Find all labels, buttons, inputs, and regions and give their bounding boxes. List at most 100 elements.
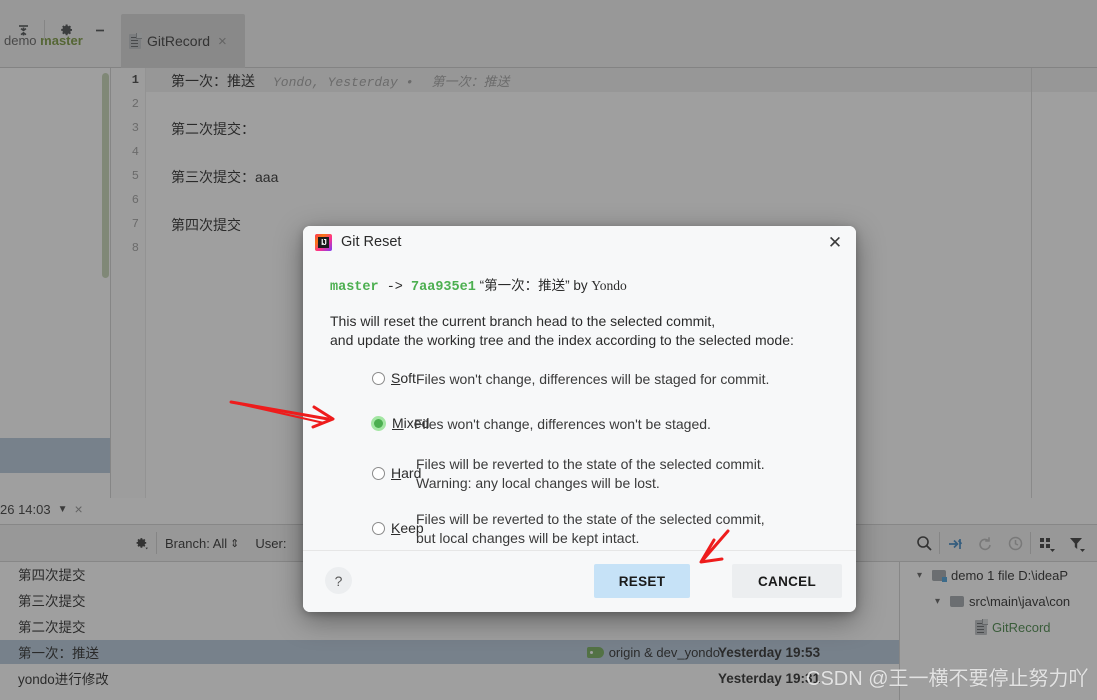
code-line: 第三次提交：aaa	[171, 169, 279, 185]
top-toolbar: demo master GitRecord ×	[0, 0, 1097, 68]
search-icon[interactable]	[909, 534, 939, 553]
cancel-button[interactable]: CANCEL	[732, 564, 842, 598]
line-number: 4	[131, 145, 139, 159]
line-number: 6	[131, 193, 139, 207]
radio-hard[interactable]	[372, 466, 385, 480]
option-desc-line: Files won't change, differences will be …	[416, 371, 770, 387]
mnemonic-letter: K	[391, 520, 401, 536]
reset-mode-options: Soft Files won't change, differences wil…	[330, 370, 834, 550]
branch-filter[interactable]: Branch: All ⇕	[157, 525, 247, 561]
settings-gear-icon[interactable]	[49, 16, 83, 44]
tree-row-demo[interactable]: ▾ demo 1 file D:\ideaP	[917, 568, 1068, 583]
collapse-icon[interactable]	[6, 16, 40, 44]
inline-blame-message: 第一次：推送	[431, 74, 510, 89]
radio-cell-hard[interactable]: Hard	[330, 455, 421, 481]
chevron-down-icon[interactable]: ▼	[58, 504, 68, 515]
branch-filter-label: Branch: All	[165, 535, 228, 551]
option-keep[interactable]: Keep Files will be reverted to the state…	[330, 510, 830, 548]
chevron-down-icon[interactable]: ▾	[935, 596, 945, 607]
source-branch: master	[330, 280, 379, 295]
commit-date: Yesterday 19:31	[718, 670, 821, 686]
label-rest: oft	[400, 370, 416, 386]
filter-icon[interactable]	[1061, 534, 1091, 553]
radio-cell-soft[interactable]: Soft	[330, 370, 416, 386]
group-by-icon[interactable]	[1031, 534, 1061, 553]
stepper-icon: ⇕	[230, 537, 240, 550]
table-row[interactable]: 第一次：推送 origin & dev_yondo Yesterday 19:5…	[0, 640, 900, 664]
toolbar-icon-group	[6, 16, 117, 44]
line-number-gutter: 1 2 3 4 5 6 7 8	[111, 68, 146, 498]
log-settings-gear-icon[interactable]	[126, 535, 156, 552]
inline-blame-annotation: Yondo, Yesterday •	[273, 75, 414, 90]
target-commit-line: master -> 7aa935e1 “第一次：推送” by Yondo	[330, 274, 834, 295]
radio-keep[interactable]	[372, 521, 385, 535]
chevron-down-icon[interactable]: ▾	[917, 570, 927, 581]
radio-cell-mixed[interactable]: Mixed	[330, 415, 429, 431]
line-number: 3	[131, 121, 139, 135]
table-row[interactable]: yondo进行修改 Yesterday 19:31	[0, 666, 900, 690]
branch-ref-label: origin & dev_yondo	[608, 644, 720, 660]
history-clock-icon[interactable]	[1000, 534, 1030, 553]
close-icon[interactable]: ×	[218, 33, 227, 50]
screen-root: demo master GitRecord × 26 14:03 ▼ × 1 2…	[0, 0, 1097, 700]
radio-mixed[interactable]	[371, 415, 386, 431]
line-number: 5	[131, 169, 139, 183]
description-line-2: and update the working tree and the inde…	[330, 332, 794, 348]
tree-row-label: src\main\java\con	[969, 594, 1071, 609]
mnemonic-letter: S	[391, 370, 401, 386]
file-icon	[129, 32, 142, 49]
option-desc-line: Files will be reverted to the state of t…	[416, 511, 765, 527]
by-label: by	[573, 278, 588, 293]
option-desc-line: Files won't change, differences won't be…	[414, 416, 711, 432]
user-filter[interactable]: User:	[247, 525, 294, 561]
timestamp-label: 26 14:03	[0, 501, 51, 517]
folder-icon	[950, 596, 964, 607]
folder-icon	[932, 570, 947, 582]
radio-soft[interactable]	[372, 371, 385, 385]
table-row[interactable]: 第二次提交	[0, 614, 900, 638]
editor-tab-gitrecord[interactable]: GitRecord ×	[121, 14, 245, 68]
line-number: 7	[131, 217, 139, 231]
editor-split-divider	[1031, 68, 1032, 498]
branch-ref-badge: origin & dev_yondo	[586, 644, 720, 660]
timestamp-row: 26 14:03 ▼ ×	[0, 494, 119, 524]
go-to-hash-icon[interactable]	[940, 534, 970, 553]
file-icon	[975, 619, 988, 635]
option-hard[interactable]: Hard Files will be reverted to the state…	[330, 455, 830, 493]
tree-row-src[interactable]: ▾ src\main\java\con	[935, 594, 1070, 609]
user-filter-label: User:	[255, 535, 287, 551]
code-line-text: 第一次：推送	[171, 73, 255, 89]
line-number: 8	[131, 241, 139, 255]
help-button[interactable]: ?	[325, 567, 352, 594]
minimize-icon[interactable]	[83, 16, 117, 44]
tree-row-gitrecord[interactable]: GitRecord	[975, 619, 1051, 635]
option-mixed[interactable]: Mixed Files won't change, differences wo…	[330, 415, 830, 434]
close-icon[interactable]: ×	[75, 501, 83, 517]
commit-subject: 第二次提交	[18, 620, 86, 635]
code-line: 第二次提交：	[171, 121, 255, 137]
refresh-icon[interactable]	[970, 534, 1000, 553]
left-tool-panel	[0, 68, 119, 545]
commit-subject: yondo进行修改	[18, 672, 109, 687]
dialog-body: master -> 7aa935e1 “第一次：推送” by Yondo Thi…	[303, 258, 856, 550]
commit-subject: 第四次提交	[18, 568, 86, 583]
radio-cell-keep[interactable]: Keep	[330, 510, 424, 536]
intellij-idea-icon: IJ	[315, 233, 332, 251]
tag-icon	[586, 646, 604, 658]
toolbar-divider	[44, 20, 45, 40]
git-reset-dialog[interactable]: IJ Git Reset ✕ master -> 7aa935e1 “第一次：推…	[303, 226, 856, 612]
watermark: CSDN @王一横不要停止努力吖	[806, 668, 1089, 690]
dialog-footer: ? RESET CANCEL	[303, 550, 856, 612]
code-line: 第一次：推送 Yondo, Yesterday • 第一次：推送	[171, 71, 509, 91]
reset-button[interactable]: RESET	[594, 564, 690, 598]
dialog-title: Git Reset	[341, 234, 402, 250]
option-soft[interactable]: Soft Files won't change, differences wil…	[330, 370, 830, 389]
mnemonic-letter: M	[392, 415, 404, 431]
commit-date: Yesterday 19:53	[718, 644, 821, 660]
option-label-soft: Soft	[391, 370, 416, 386]
close-icon[interactable]: ✕	[826, 233, 844, 251]
commit-subject: 第一次：推送	[18, 646, 99, 661]
option-desc-line: but local changes will be kept intact.	[416, 530, 640, 546]
scrollbar[interactable]	[102, 73, 109, 278]
tree-row-label: demo 1 file D:\ideaP	[951, 568, 1069, 583]
